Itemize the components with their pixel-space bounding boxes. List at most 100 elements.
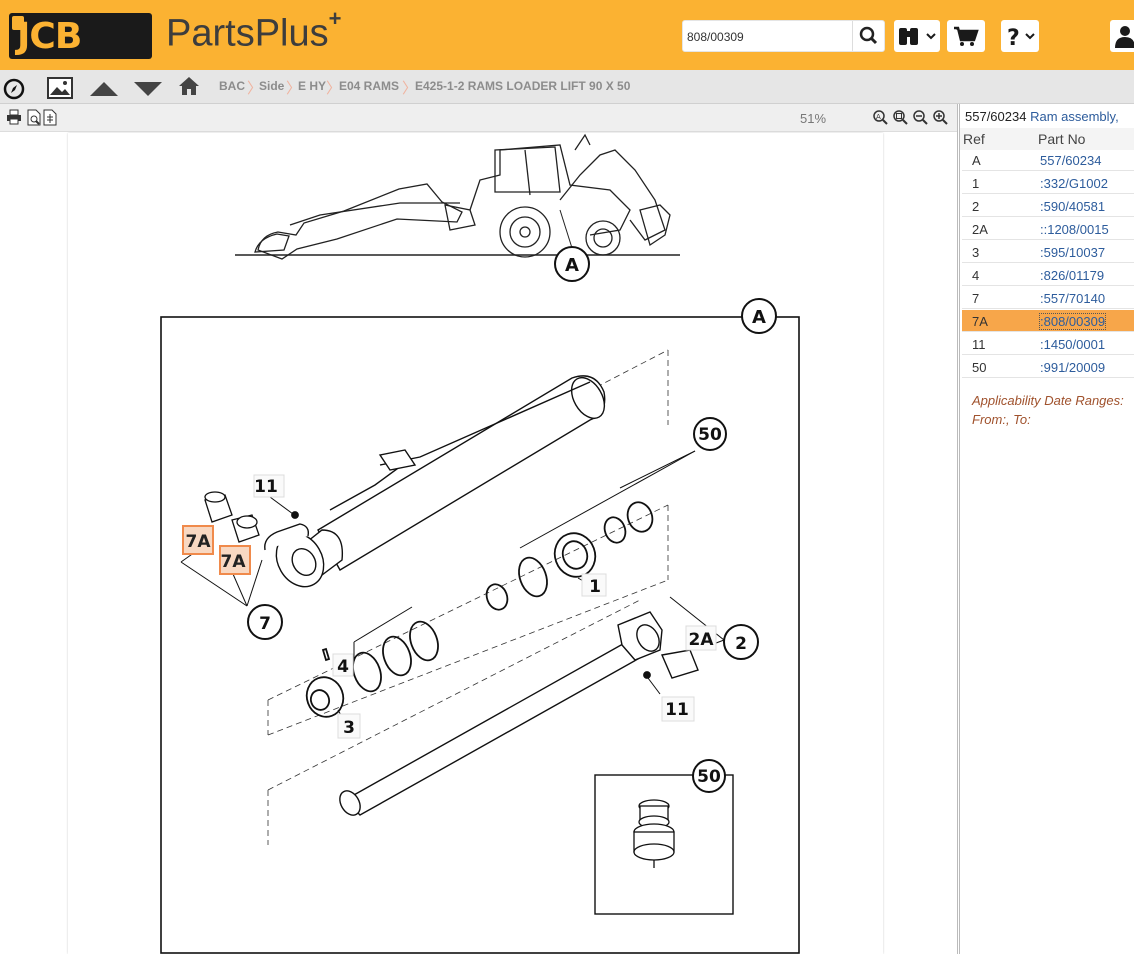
- row-ref: 1: [972, 176, 980, 191]
- search-button[interactable]: [852, 21, 884, 51]
- assembly-title: 557/60234 Ram assembly,: [965, 109, 1119, 124]
- user-button[interactable]: [1110, 20, 1134, 52]
- diagram-canvas[interactable]: A A 50 11 7A 7A 1 7 2 2A 4 11 3 50: [0, 133, 957, 954]
- diagram-sheet: A A 50 11 7A 7A 1 7 2 2A 4 11 3 50: [68, 133, 883, 954]
- callout-7: 7: [247, 604, 283, 640]
- applicability-value: From:, To:: [972, 412, 1031, 427]
- app-window: JCB PartsPlus+ 808/00309 ? BAC 〉 Side 〉 …: [0, 0, 1134, 954]
- svg-text:A: A: [876, 113, 881, 121]
- row-part-link[interactable]: 557/60234: [1040, 153, 1101, 168]
- parts-table-header: Ref Part No: [960, 128, 1134, 150]
- table-row-selected[interactable]: 7A :808/00309: [962, 310, 1134, 332]
- assembly-part-number: 557/60234: [965, 109, 1027, 124]
- brand-plus: +: [328, 6, 342, 31]
- export-icon[interactable]: [43, 109, 57, 126]
- row-ref: 7: [972, 291, 980, 306]
- row-ref: 4: [972, 268, 980, 283]
- zoom-level: 51%: [800, 111, 827, 126]
- svg-text:7A: 7A: [221, 552, 247, 572]
- print-preview-icon[interactable]: [26, 109, 42, 126]
- svg-text:11: 11: [665, 700, 689, 720]
- row-part-link[interactable]: :590/40581: [1040, 199, 1105, 214]
- compass-icon[interactable]: [3, 78, 25, 100]
- user-icon: [1115, 26, 1134, 48]
- table-row[interactable]: 2 :590/40581: [962, 195, 1134, 217]
- zoom-out-icon[interactable]: [912, 109, 928, 125]
- logo-text: JCB: [17, 16, 82, 57]
- row-part-link[interactable]: :332/G1002: [1040, 176, 1108, 191]
- search-box: [682, 20, 885, 52]
- callout-11-bottom: 11: [661, 696, 695, 722]
- breadcrumb-item-e-hy[interactable]: E HY: [298, 79, 326, 93]
- image-icon[interactable]: [46, 76, 74, 100]
- callout-7a-highlight-2[interactable]: 7A: [219, 545, 251, 575]
- svg-text:7: 7: [259, 614, 271, 634]
- breadcrumb-item-e04-rams[interactable]: E04 RAMS: [339, 79, 399, 93]
- row-part-link[interactable]: ::1208/0015: [1040, 222, 1109, 237]
- brand-text: PartsPlus: [166, 12, 329, 55]
- row-ref: 11: [972, 337, 986, 352]
- table-row[interactable]: 3:595/10037: [962, 241, 1134, 263]
- callout-4: 4: [332, 653, 354, 677]
- callout-7a-highlight-1[interactable]: 7A: [182, 525, 214, 555]
- parts-diagram: A A 50 11 7A 7A 1 7 2 2A 4 11 3 50: [160, 133, 800, 954]
- breadcrumb-item-side[interactable]: Side: [259, 79, 284, 93]
- print-icon[interactable]: [6, 109, 22, 125]
- arrow-up-icon[interactable]: [89, 80, 119, 98]
- breadcrumb-item-bac[interactable]: BAC: [219, 79, 245, 93]
- table-row[interactable]: 1 :332/G1002: [962, 172, 1134, 194]
- callout-3: 3: [337, 713, 361, 739]
- assembly-description[interactable]: Ram assembly,: [1030, 109, 1119, 124]
- svg-text:2: 2: [735, 634, 747, 654]
- table-row[interactable]: 4 :826/01179: [962, 264, 1134, 286]
- breadcrumb-item-current[interactable]: E425-1-2 RAMS LOADER LIFT 90 X 50: [415, 79, 630, 93]
- brand-name: PartsPlus+: [166, 6, 341, 56]
- parts-list-panel: 557/60234 Ram assembly, Ref Part No A 557…: [957, 104, 1134, 954]
- cart-button[interactable]: [947, 20, 985, 52]
- table-row[interactable]: A 557/60234: [962, 149, 1134, 171]
- callout-50-inset: 50: [692, 759, 726, 793]
- machine-illustration: [235, 133, 680, 260]
- row-part-link[interactable]: :991/20009: [1040, 360, 1105, 375]
- cart-icon: [954, 26, 979, 46]
- row-ref: 7A: [972, 314, 988, 329]
- svg-text:1: 1: [589, 577, 601, 597]
- column-header-part-no[interactable]: Part No: [1038, 131, 1085, 147]
- zoom-in-icon[interactable]: A: [872, 109, 888, 125]
- callout-label: A: [565, 255, 579, 276]
- arrow-down-icon[interactable]: [133, 80, 163, 98]
- zoom-plus-icon[interactable]: [932, 109, 948, 125]
- callout-50: 50: [693, 417, 727, 451]
- table-row[interactable]: 11 :1450/0001: [962, 333, 1134, 355]
- row-part-link[interactable]: :808/00309: [1038, 313, 1107, 330]
- svg-text:50: 50: [698, 425, 722, 445]
- table-row[interactable]: 2A::1208/0015: [962, 218, 1134, 240]
- applicability-label: Applicability Date Ranges:: [972, 393, 1124, 408]
- find-button[interactable]: [894, 20, 940, 52]
- row-part-link[interactable]: :595/10037: [1040, 245, 1105, 260]
- svg-text:A: A: [752, 307, 766, 328]
- table-row[interactable]: 7 :557/70140: [962, 287, 1134, 309]
- help-button[interactable]: ?: [1001, 20, 1039, 52]
- row-part-link[interactable]: :557/70140: [1040, 291, 1105, 306]
- callout-2a: 2A: [685, 625, 717, 651]
- home-icon[interactable]: [178, 76, 200, 96]
- row-ref: 2A: [972, 222, 988, 237]
- row-part-link[interactable]: :1450/0001: [1040, 337, 1105, 352]
- svg-text:50: 50: [697, 767, 721, 787]
- callout-a-frame: A: [741, 298, 777, 334]
- table-row[interactable]: 50 :991/20009: [962, 356, 1134, 378]
- jcb-logo[interactable]: JCB: [9, 13, 152, 59]
- svg-text:2A: 2A: [689, 630, 715, 650]
- inset-seal-kit: [633, 799, 675, 868]
- binoculars-icon: [899, 28, 936, 45]
- row-part-link[interactable]: :826/01179: [1040, 268, 1104, 283]
- row-ref: 2: [972, 199, 980, 214]
- column-header-ref[interactable]: Ref: [963, 131, 985, 147]
- row-ref: 50: [972, 360, 987, 375]
- search-input[interactable]: [687, 27, 852, 47]
- applicability-info: Applicability Date Ranges: From:, To:: [972, 391, 1124, 429]
- callout-11-top: 11: [253, 474, 285, 498]
- zoom-fit-icon[interactable]: [892, 109, 908, 125]
- svg-text:11: 11: [254, 477, 278, 497]
